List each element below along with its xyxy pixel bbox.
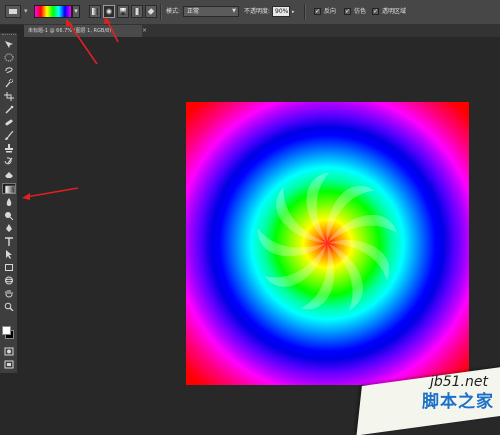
- dodge-tool-icon[interactable]: [2, 210, 16, 221]
- opacity-dropdown-icon[interactable]: ▸: [292, 0, 295, 24]
- radial-gradient-icon[interactable]: [103, 5, 115, 18]
- toolbar-divider: [304, 4, 306, 20]
- blur-tool-icon[interactable]: [2, 197, 16, 208]
- document-tab-bar: 未标题-1 @ 66.7% (图层 1, RGB/8) ×: [24, 24, 500, 37]
- foreground-color-swatch[interactable]: [2, 326, 11, 335]
- chevron-down-icon[interactable]: ▾: [24, 5, 30, 18]
- hand-tool-icon[interactable]: [2, 288, 16, 299]
- quick-selection-tool-icon[interactable]: [2, 78, 16, 89]
- chevron-down-icon: ▼: [232, 8, 236, 14]
- reverse-label: 反向: [324, 8, 337, 15]
- toolbox: [0, 33, 18, 373]
- gradient-picker-swatch[interactable]: [34, 5, 72, 18]
- reflected-gradient-icon[interactable]: [131, 5, 143, 18]
- history-brush-tool-icon[interactable]: [2, 156, 16, 167]
- quick-mask-icon[interactable]: [2, 346, 16, 357]
- crop-tool-icon[interactable]: [2, 91, 16, 102]
- clone-stamp-tool-icon[interactable]: [2, 143, 16, 154]
- dither-label: 仿色: [354, 8, 367, 15]
- eyedropper-tool-icon[interactable]: [2, 104, 16, 115]
- path-selection-tool-icon[interactable]: [2, 249, 16, 260]
- brush-tool-icon[interactable]: [2, 130, 16, 141]
- toolbar-divider: [160, 4, 162, 20]
- document-canvas[interactable]: [186, 102, 469, 385]
- watermark-site-name: 脚本之家: [422, 392, 494, 412]
- screen-mode-icon[interactable]: [2, 359, 16, 370]
- transparency-checkbox[interactable]: ✓: [372, 8, 379, 15]
- marquee-tool-icon[interactable]: [2, 52, 16, 63]
- gradient-tool-icon[interactable]: [2, 183, 16, 194]
- linear-gradient-icon[interactable]: [89, 5, 101, 18]
- annotation-arrow-gradient-tool: [25, 187, 79, 198]
- pen-tool-icon[interactable]: [2, 223, 16, 234]
- gradient-tool-preset-icon[interactable]: [5, 5, 21, 18]
- diamond-gradient-icon[interactable]: [145, 5, 157, 18]
- eraser-tool-icon[interactable]: [2, 169, 16, 180]
- mode-value: 正常: [187, 8, 200, 15]
- toolbox-grip[interactable]: [2, 34, 16, 38]
- 3d-tool-icon[interactable]: [2, 275, 16, 286]
- healing-brush-tool-icon[interactable]: [2, 117, 16, 128]
- reverse-checkbox[interactable]: ✓: [314, 8, 321, 15]
- gradient-picker-dropdown[interactable]: ▾: [72, 5, 80, 18]
- shape-tool-icon[interactable]: [2, 262, 16, 273]
- dither-checkbox[interactable]: ✓: [344, 8, 351, 15]
- watermark: jb51.net 脚本之家: [350, 350, 500, 435]
- mode-label: 模式:: [166, 8, 181, 15]
- lasso-tool-icon[interactable]: [2, 65, 16, 76]
- zoom-tool-icon[interactable]: [2, 301, 16, 312]
- close-icon[interactable]: ×: [142, 27, 147, 34]
- mode-select[interactable]: 正常 ▼: [183, 6, 239, 17]
- angle-gradient-icon[interactable]: [117, 5, 129, 18]
- opacity-label: 不透明度:: [244, 8, 271, 15]
- type-tool-icon[interactable]: [2, 236, 16, 247]
- move-tool-icon[interactable]: [2, 39, 16, 50]
- opacity-input[interactable]: 90%: [272, 6, 290, 17]
- swirl-overlay: [257, 172, 397, 311]
- transparency-label: 透明区域: [382, 8, 407, 15]
- options-bar: ▾ ▾ 模式: 正常 ▼ 不透明度: 90% ▸ ✓ 反向 ✓ 仿色 ✓ 透明区…: [0, 0, 500, 25]
- document-tab[interactable]: 未标题-1 @ 66.7% (图层 1, RGB/8): [24, 25, 142, 37]
